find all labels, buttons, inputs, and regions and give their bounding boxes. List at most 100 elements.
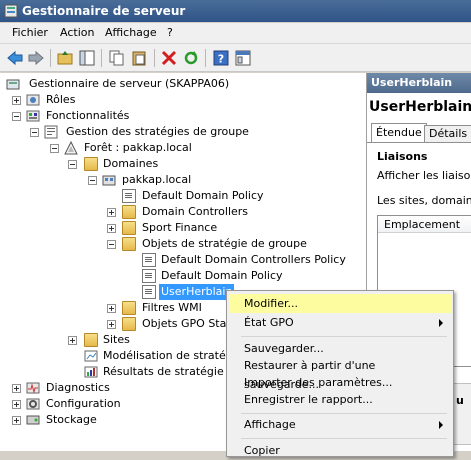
menu-help[interactable]: ? bbox=[167, 26, 173, 39]
properties-icon[interactable] bbox=[234, 49, 252, 67]
window-titlebar: Gestionnaire de serveur bbox=[0, 0, 471, 22]
context-menu: Modifier... État GPO Sauvegarder... Rest… bbox=[226, 290, 454, 457]
collapse-features-icon[interactable] bbox=[12, 112, 21, 121]
details-header: UserHerblain bbox=[367, 73, 471, 93]
tree-label-modeling: Modélisation de stratégi bbox=[103, 349, 236, 362]
tree-label-default-domain-policy-link: Default Domain Policy bbox=[142, 189, 264, 202]
expand-storage-icon[interactable] bbox=[12, 416, 21, 425]
svg-text:?: ? bbox=[218, 53, 224, 66]
tree-node-domain-controllers[interactable]: Domain Controllers bbox=[0, 204, 360, 220]
folder-icon bbox=[122, 317, 136, 331]
roles-icon bbox=[26, 94, 40, 106]
tree-label-diagnostics: Diagnostics bbox=[46, 381, 110, 394]
expand-sites-icon[interactable] bbox=[68, 336, 77, 345]
submenu-arrow-icon bbox=[439, 319, 443, 327]
tree-node-gpm[interactable]: Gestion des stratégies de groupe bbox=[0, 124, 360, 140]
tree-node-root[interactable]: Gestionnaire de serveur (SKAPPA06) bbox=[0, 76, 360, 92]
tree-node-roles[interactable]: Rôles bbox=[0, 92, 360, 108]
menu-separator bbox=[241, 336, 447, 337]
gpo-icon bbox=[142, 253, 156, 267]
details-header-label: UserHerblain bbox=[371, 76, 453, 89]
tab-etendue[interactable]: Étendue bbox=[371, 123, 427, 142]
tree-node-sport-finance[interactable]: Sport Finance bbox=[0, 220, 360, 236]
expand-roles-icon[interactable] bbox=[12, 96, 21, 105]
menu-item-enregistrer-rapport[interactable]: Enregistrer le rapport... bbox=[229, 390, 451, 409]
tree-node-gpo-ddp[interactable]: Default Domain Policy bbox=[0, 268, 360, 284]
menu-affichage[interactable]: Affichage bbox=[105, 26, 157, 39]
collapse-forest-icon[interactable] bbox=[50, 144, 59, 153]
sites-domains-text: Les sites, domaines bbox=[377, 194, 471, 207]
menu-fichier[interactable]: Fichier bbox=[12, 26, 48, 39]
help-icon[interactable]: ? bbox=[212, 49, 230, 67]
server-manager-icon bbox=[6, 79, 20, 90]
back-arrow-icon[interactable] bbox=[6, 49, 24, 67]
tree-label-domain-controllers: Domain Controllers bbox=[142, 205, 249, 218]
gpo-icon bbox=[142, 285, 156, 299]
show-links-label: Afficher les liaisons bbox=[377, 169, 471, 182]
column-header-location[interactable]: Emplacement bbox=[378, 216, 471, 233]
delete-icon[interactable] bbox=[160, 49, 178, 67]
menu-item-etat-gpo-label: État GPO bbox=[244, 316, 294, 329]
menu-separator bbox=[241, 438, 447, 439]
refresh-icon[interactable] bbox=[182, 49, 200, 67]
tree-node-gpo-ddcp[interactable]: Default Domain Controllers Policy bbox=[0, 252, 360, 268]
domain-icon bbox=[102, 175, 116, 186]
tree-label-domain: pakkap.local bbox=[122, 173, 192, 186]
menu-item-affichage[interactable]: Affichage bbox=[229, 415, 451, 434]
storage-icon bbox=[26, 415, 40, 425]
tree-label-gpo-objects: Objets de stratégie de groupe bbox=[142, 237, 307, 250]
details-title: UserHerblain bbox=[369, 99, 471, 115]
tree-label-configuration: Configuration bbox=[46, 397, 121, 410]
tab-details[interactable]: Détails bbox=[424, 125, 471, 143]
paste-icon[interactable] bbox=[130, 49, 148, 67]
collapse-gpm-icon[interactable] bbox=[30, 128, 39, 137]
tree-label-gpo-ddcp: Default Domain Controllers Policy bbox=[161, 253, 346, 266]
up-folder-icon[interactable] bbox=[56, 49, 74, 67]
results-icon bbox=[84, 366, 98, 378]
collapse-domain-icon[interactable] bbox=[88, 176, 97, 185]
tree-label-forest: Forêt : pakkap.local bbox=[84, 141, 192, 154]
show-hide-tree-icon[interactable] bbox=[78, 49, 96, 67]
expand-wmi-filters-icon[interactable] bbox=[107, 304, 116, 313]
menu-item-affichage-label: Affichage bbox=[244, 418, 296, 431]
expand-domain-controllers-icon[interactable] bbox=[107, 208, 116, 217]
features-icon bbox=[26, 110, 40, 122]
tree-label-wmi-filters: Filtres WMI bbox=[142, 301, 202, 314]
tree-label-gpo-ddp: Default Domain Policy bbox=[161, 269, 283, 282]
diagnostics-icon bbox=[26, 382, 40, 394]
forward-arrow-icon[interactable] bbox=[27, 49, 45, 67]
collapse-gpo-objects-icon[interactable] bbox=[107, 240, 116, 249]
folder-icon bbox=[84, 157, 98, 171]
tree-label-root: Gestionnaire de serveur (SKAPPA06) bbox=[29, 77, 230, 90]
expand-sport-finance-icon[interactable] bbox=[107, 224, 116, 233]
menu-action[interactable]: Action bbox=[60, 26, 94, 39]
tree-label-sites: Sites bbox=[103, 333, 130, 346]
copy-icon[interactable] bbox=[108, 49, 126, 67]
tree-label-storage: Stockage bbox=[46, 413, 97, 426]
expand-diagnostics-icon[interactable] bbox=[12, 384, 21, 393]
tree-node-domain[interactable]: pakkap.local bbox=[0, 172, 360, 188]
tree-label-roles: Rôles bbox=[46, 93, 76, 106]
ou-folder-icon bbox=[122, 205, 136, 219]
tree-node-domains[interactable]: Domaines bbox=[0, 156, 360, 172]
expand-starter-gpos-icon[interactable] bbox=[107, 320, 116, 329]
group-policy-management-icon bbox=[44, 125, 58, 139]
collapse-domains-icon[interactable] bbox=[68, 160, 77, 169]
tab-divider bbox=[367, 142, 471, 143]
tree-node-default-domain-policy-link[interactable]: Default Domain Policy bbox=[0, 188, 360, 204]
tree-node-features[interactable]: Fonctionnalités bbox=[0, 108, 360, 124]
menu-item-etat-gpo[interactable]: État GPO bbox=[229, 313, 451, 332]
tree-node-forest[interactable]: Forêt : pakkap.local bbox=[0, 140, 360, 156]
menu-item-modifier[interactable]: Modifier... bbox=[229, 294, 451, 313]
tree-label-starter-gpos: Objets GPO Start bbox=[142, 317, 236, 330]
window-title: Gestionnaire de serveur bbox=[22, 4, 186, 18]
tree-label-features: Fonctionnalités bbox=[46, 109, 130, 122]
server-manager-icon bbox=[4, 4, 18, 18]
modeling-icon bbox=[84, 350, 98, 362]
gpo-icon bbox=[142, 269, 156, 283]
bottom-partial-text: u bbox=[456, 394, 464, 407]
menu-bar: Fichier Action Affichage ? bbox=[0, 23, 471, 44]
tree-node-gpo-objects[interactable]: Objets de stratégie de groupe bbox=[0, 236, 360, 252]
submenu-arrow-icon bbox=[439, 421, 443, 429]
expand-configuration-icon[interactable] bbox=[12, 400, 21, 409]
